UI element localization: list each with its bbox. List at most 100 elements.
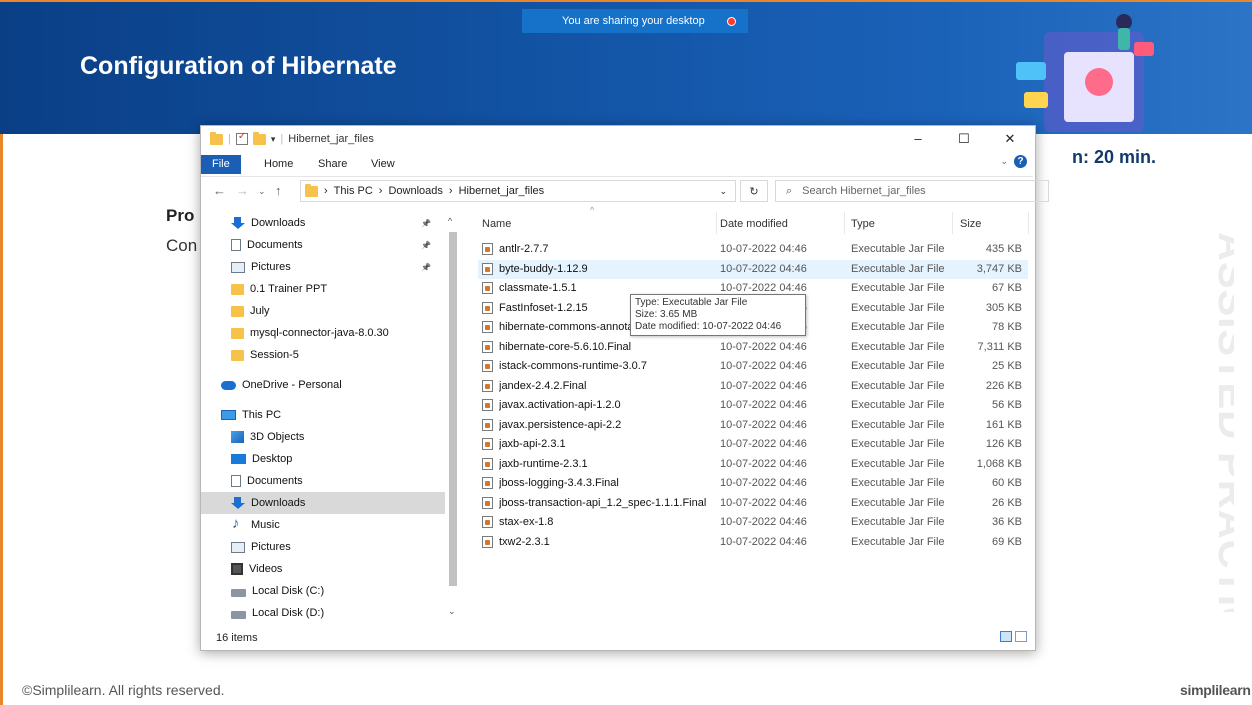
scroll-up-arrow-icon[interactable]: ^ bbox=[448, 216, 452, 226]
file-row[interactable]: istack-commons-runtime-3.0.7 10-07-2022 0… bbox=[478, 357, 1028, 376]
header-illustration-icon bbox=[1016, 14, 1154, 132]
column-separator[interactable] bbox=[952, 212, 953, 234]
nav-item-downloads[interactable]: Downloads 📌 bbox=[201, 212, 445, 234]
help-icon[interactable]: ? bbox=[1014, 155, 1027, 168]
sharing-desktop-banner: You are sharing your desktop bbox=[522, 9, 748, 33]
file-row[interactable]: javax.persistence-api-2.2 10-07-2022 04:4… bbox=[478, 416, 1028, 435]
folder-icon bbox=[231, 327, 244, 339]
nav-item-this-pc[interactable]: This PC bbox=[201, 404, 445, 426]
file-date-modified: 10-07-2022 04:46 bbox=[720, 360, 807, 372]
maximize-button[interactable]: ☐ bbox=[941, 126, 987, 152]
nav-item-pictures[interactable]: Pictures bbox=[201, 536, 445, 558]
window-title: Hibernet_jar_files bbox=[288, 133, 374, 145]
file-date-modified: 10-07-2022 04:46 bbox=[720, 418, 807, 431]
column-header-type[interactable]: Type bbox=[851, 218, 875, 230]
file-row[interactable]: jaxb-runtime-2.3.1 10-07-2022 04:46 Execut… bbox=[478, 455, 1028, 474]
nav-item-0-1-trainer-ppt[interactable]: 0.1 Trainer PPT bbox=[201, 278, 445, 300]
recording-dot-icon[interactable] bbox=[727, 17, 736, 26]
window-titlebar[interactable]: | ✓ ▾ | Hibernet_jar_files – ☐ bbox=[201, 126, 1033, 152]
nav-item-label: Documents bbox=[247, 239, 303, 251]
nav-item-label: July bbox=[250, 305, 270, 317]
tab-share[interactable]: Share bbox=[318, 155, 347, 174]
file-name: javax.activation-api-1.2.0 bbox=[499, 399, 621, 411]
column-separator[interactable] bbox=[844, 212, 845, 234]
nav-item-videos[interactable]: Videos bbox=[201, 558, 445, 580]
large-icons-view-icon[interactable] bbox=[1015, 631, 1027, 642]
column-separator[interactable] bbox=[1028, 212, 1029, 234]
address-bar[interactable]: › This PC › Downloads › Hibernet_jar_fil… bbox=[300, 180, 736, 202]
column-header-date-modified[interactable]: Date modified bbox=[720, 218, 788, 230]
properties-checkbox-icon[interactable]: ✓ bbox=[235, 131, 248, 145]
nav-item-documents[interactable]: Documents bbox=[201, 470, 445, 492]
column-header-name[interactable]: Name bbox=[482, 218, 511, 230]
nav-item-local-disk-d[interactable]: Local Disk (D:) bbox=[201, 602, 445, 624]
file-row[interactable]: txw2-2.3.1 10-07-2022 04:46 Executable Jar… bbox=[478, 533, 1028, 552]
file-row[interactable]: jboss-logging-3.4.3.Final 10-07-2022 04:4… bbox=[478, 474, 1028, 493]
file-name: jaxb-api-2.3.1 bbox=[499, 438, 566, 450]
address-dropdown-chevron-icon[interactable]: ⌄ bbox=[719, 186, 727, 197]
new-folder-icon[interactable] bbox=[252, 131, 266, 145]
nav-item-local-disk-c[interactable]: Local Disk (C:) bbox=[201, 580, 445, 602]
file-date-modified: 10-07-2022 04:46 bbox=[720, 477, 807, 489]
file-name: jaxb-runtime-2.3.1 bbox=[499, 457, 588, 470]
minimize-button[interactable]: – bbox=[895, 126, 941, 152]
refresh-icon: ↻ bbox=[749, 186, 759, 198]
tooltip-type: Type: Executable Jar File bbox=[635, 297, 748, 308]
nav-item-desktop[interactable]: Desktop bbox=[201, 448, 445, 470]
file-type: Executable Jar File bbox=[851, 301, 945, 314]
file-row[interactable]: hibernate-core-5.6.10.Final 10-07-2022 04… bbox=[478, 338, 1028, 357]
file-row[interactable]: stax-ex-1.8 10-07-2022 04:46 Executable Ja… bbox=[478, 513, 1028, 532]
nav-item-session-5[interactable]: Session-5 bbox=[201, 344, 445, 366]
breadcrumb-current-folder[interactable]: Hibernet_jar_files bbox=[459, 185, 545, 197]
nav-pane-scrollbar[interactable]: ^ ⌄ bbox=[447, 216, 459, 618]
folder-icon bbox=[231, 283, 244, 295]
nav-item-3d-objects[interactable]: 3D Objects bbox=[201, 426, 445, 448]
column-separator[interactable] bbox=[716, 212, 717, 234]
file-size: 435 KB bbox=[985, 243, 1022, 255]
quick-access-toolbar: | ✓ ▾ | Hibernet_jar_files bbox=[210, 131, 374, 145]
pictures-icon bbox=[231, 541, 245, 553]
refresh-button[interactable]: ↻ bbox=[740, 180, 768, 202]
file-row[interactable]: byte-buddy-1.12.9 10-07-2022 04:46 Executa… bbox=[478, 259, 1028, 279]
tab-view[interactable]: View bbox=[371, 155, 395, 174]
file-row[interactable]: jaxb-api-2.3.1 10-07-2022 04:46 Executable… bbox=[478, 435, 1028, 454]
nav-item-music[interactable]: Music bbox=[201, 514, 445, 536]
nav-item-july[interactable]: July bbox=[201, 300, 445, 322]
close-button[interactable]: ✕ bbox=[987, 126, 1033, 152]
forward-arrow-icon[interactable]: → bbox=[236, 183, 249, 198]
desktop-icon bbox=[231, 454, 246, 464]
breadcrumb-this-pc[interactable]: This PC bbox=[334, 185, 373, 197]
back-arrow-icon[interactable]: ← bbox=[213, 183, 226, 198]
search-box[interactable]: ⌕ Search Hibernet_jar_files bbox=[775, 180, 1049, 202]
customize-toolbar-chevron-icon[interactable]: ▾ bbox=[271, 134, 276, 145]
details-view-icon[interactable] bbox=[1000, 631, 1012, 642]
nav-item-label: Downloads bbox=[251, 217, 306, 229]
nav-pane-scroll-thumb[interactable] bbox=[449, 232, 457, 586]
file-row[interactable]: javax.activation-api-1.2.0 10-07-2022 04:… bbox=[478, 396, 1028, 415]
breadcrumb-downloads[interactable]: Downloads bbox=[388, 185, 442, 197]
nav-item-documents[interactable]: Documents 📌 bbox=[201, 234, 445, 256]
jar-file-icon bbox=[482, 477, 493, 489]
file-row[interactable]: jboss-transaction-api_1.2_spec-1.1.1.Fin… bbox=[478, 494, 1028, 513]
documents-icon bbox=[231, 239, 241, 251]
sharing-banner-text: You are sharing your desktop bbox=[562, 15, 705, 27]
column-header-size[interactable]: Size bbox=[960, 218, 981, 230]
scroll-down-arrow-icon[interactable]: ⌄ bbox=[448, 606, 456, 617]
file-row[interactable]: antlr-2.7.7 10-07-2022 04:46 Executable Ja… bbox=[478, 240, 1028, 259]
recent-locations-chevron-icon[interactable]: ⌄ bbox=[258, 186, 266, 197]
file-size: 3,747 KB bbox=[976, 262, 1022, 275]
nav-item-label: Local Disk (C:) bbox=[252, 585, 325, 597]
nav-item-pictures[interactable]: Pictures 📌 bbox=[201, 256, 445, 278]
nav-item-downloads[interactable]: Downloads bbox=[201, 492, 445, 514]
file-row[interactable]: jandex-2.4.2.Final 10-07-2022 04:46 Execut… bbox=[478, 377, 1028, 396]
expand-ribbon-chevron-icon[interactable]: ⌄ bbox=[1000, 156, 1008, 167]
tab-home[interactable]: Home bbox=[264, 155, 293, 174]
nav-item-mysql-connector-java-8-0-30[interactable]: mysql-connector-java-8.0.30 bbox=[201, 322, 445, 344]
up-arrow-icon[interactable]: ↑ bbox=[275, 183, 282, 198]
file-type: Executable Jar File bbox=[851, 438, 945, 450]
tab-file[interactable]: File bbox=[201, 155, 241, 174]
file-date-modified: 10-07-2022 04:46 bbox=[720, 243, 807, 255]
file-name: jboss-transaction-api_1.2_spec-1.1.1.Fin… bbox=[499, 496, 707, 509]
folder-icon bbox=[231, 349, 244, 361]
nav-item-onedrive-personal[interactable]: OneDrive - Personal bbox=[201, 374, 445, 396]
